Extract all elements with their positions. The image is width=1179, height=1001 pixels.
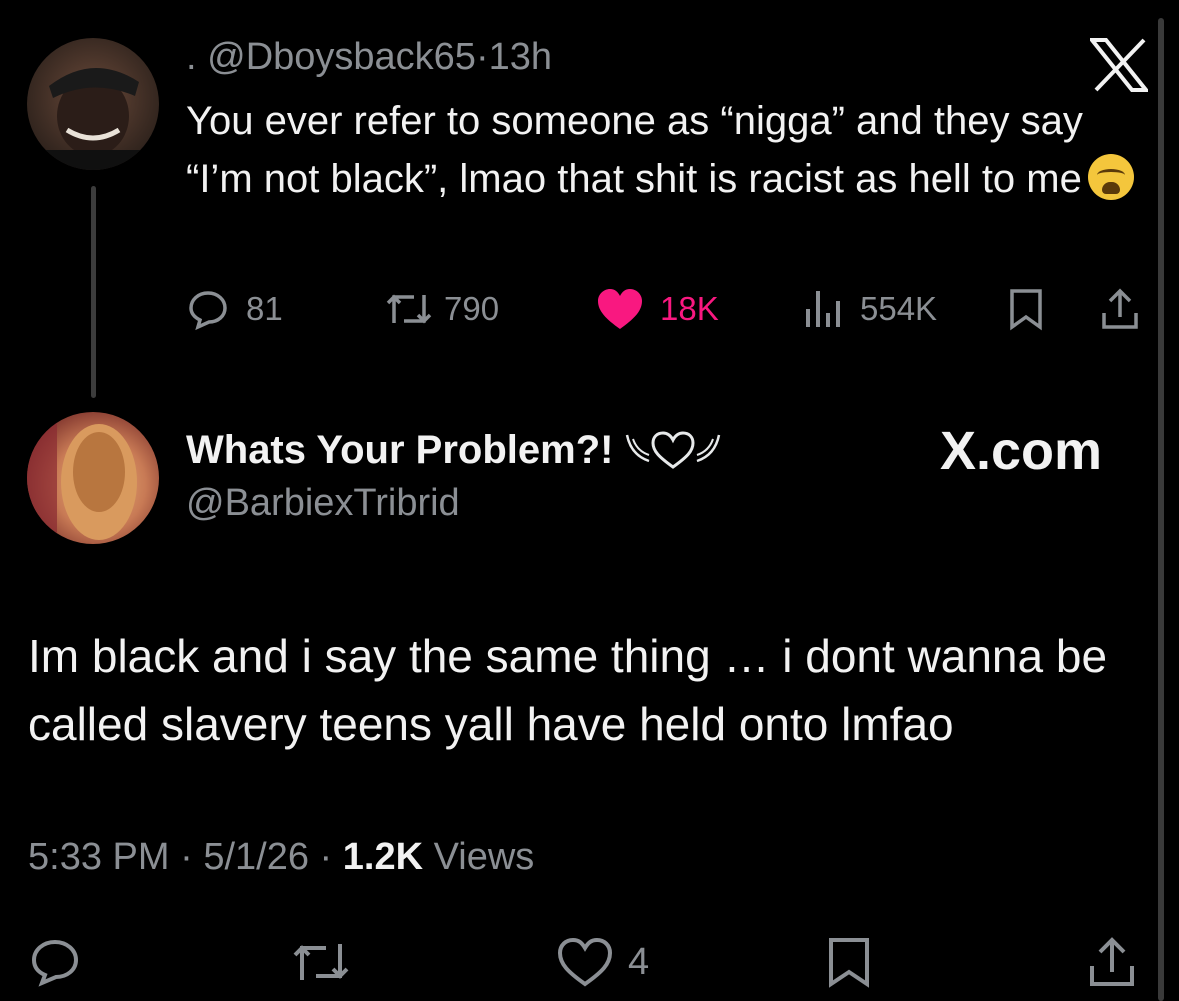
scrollbar[interactable] (1158, 18, 1164, 1001)
tweet1-text: You ever refer to someone as “nigga” and… (186, 92, 1136, 208)
tweet1-display-name[interactable]: . (186, 36, 197, 78)
repost-button[interactable]: 790 (384, 284, 499, 334)
reply-button[interactable]: 81 (186, 284, 283, 334)
repost-icon (386, 294, 432, 324)
tweet2-views-label[interactable]: Views (434, 836, 535, 878)
separator: · (180, 836, 193, 878)
views-button[interactable]: 554K (802, 284, 937, 334)
repost-button[interactable] (290, 934, 352, 990)
bookmark-button[interactable] (824, 934, 874, 990)
tweet1-handle[interactable]: @Dboysback65 (207, 36, 476, 78)
tweet1-actions: 81 790 18K 554K (186, 284, 1146, 334)
like-count: 4 (628, 940, 650, 983)
tweet2-text: Im black and i say the same thing … i do… (28, 630, 1108, 750)
display-name-text: Whats Your Problem?! (186, 428, 614, 472)
repost-icon (293, 944, 349, 980)
separator: · (475, 36, 489, 78)
tweet1-text-content: You ever refer to someone as “nigga” and… (186, 99, 1083, 201)
bookmark-icon (1010, 289, 1042, 331)
loudly-crying-face-icon (1087, 154, 1134, 200)
avatar[interactable] (27, 412, 159, 544)
bookmark-button[interactable] (1006, 284, 1046, 334)
reply-count: 81 (246, 290, 283, 327)
like-count: 18K (660, 290, 719, 327)
heart-filled-icon (598, 289, 642, 329)
tweet2-views-count: 1.2K (342, 836, 424, 878)
watermark: X.com (940, 421, 1103, 481)
like-button[interactable]: 4 (556, 934, 649, 990)
avatar[interactable] (27, 38, 159, 170)
winged-heart-icon (626, 431, 721, 469)
tweet2-date[interactable]: 5/1/26 (203, 836, 309, 878)
tweet2-display-name[interactable]: Whats Your Problem?! (186, 428, 727, 473)
views-icon (806, 291, 840, 327)
share-button[interactable] (1098, 284, 1142, 334)
share-icon (1102, 288, 1138, 329)
reply-button[interactable] (28, 934, 82, 990)
thread-line (91, 186, 96, 398)
heart-outline-icon (557, 937, 613, 987)
repost-count: 790 (444, 290, 500, 327)
reply-icon (31, 939, 79, 987)
views-count: 554K (860, 290, 938, 327)
reply-icon (189, 291, 227, 331)
tweet2-actions: 4 (28, 934, 1148, 990)
tweet1-header: . @Dboysback65·13h (186, 36, 552, 79)
avatar-photo (27, 67, 159, 170)
avatar-photo (27, 412, 137, 544)
like-button[interactable]: 18K (596, 284, 719, 334)
share-button[interactable] (1086, 934, 1138, 990)
tweet2-time[interactable]: 5:33 PM (28, 836, 170, 878)
share-icon (1090, 937, 1134, 986)
tweet1-time[interactable]: 13h (489, 36, 552, 78)
tweet2-handle[interactable]: @BarbiexTribrid (186, 482, 460, 525)
bookmark-icon (829, 938, 869, 988)
x-logo-icon[interactable] (1090, 38, 1148, 92)
separator: · (319, 836, 333, 878)
tweet2-meta: 5:33 PM · 5/1/26 · 1.2K Views (28, 836, 534, 879)
